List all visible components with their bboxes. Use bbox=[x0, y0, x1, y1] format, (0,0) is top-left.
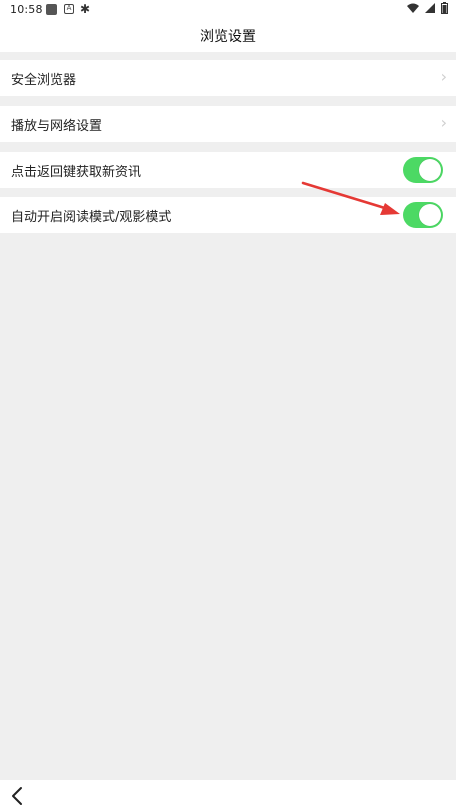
setting-label: 点击返回键获取新资讯 bbox=[11, 165, 142, 180]
setting-row-playback-network[interactable]: 播放与网络设置 › bbox=[0, 106, 456, 142]
chevron-right-icon: › bbox=[440, 113, 447, 132]
app-icon bbox=[46, 4, 57, 15]
setting-row-auto-reading-mode: 自动开启阅读模式/观影模式 bbox=[0, 197, 456, 233]
status-right bbox=[407, 2, 448, 14]
toggle-auto-reading-mode[interactable] bbox=[403, 202, 443, 228]
setting-label: 安全浏览器 bbox=[11, 73, 77, 88]
battery-icon bbox=[441, 2, 448, 14]
status-time: 10:58 bbox=[10, 3, 43, 16]
wifi-icon bbox=[407, 3, 419, 13]
setting-label: 自动开启阅读模式/观影模式 bbox=[11, 210, 172, 225]
toggle-knob bbox=[419, 159, 441, 181]
toggle-knob bbox=[419, 204, 441, 226]
a-icon: A bbox=[64, 4, 74, 14]
title-bar: 浏览设置 bbox=[0, 20, 456, 52]
signal-icon bbox=[425, 3, 435, 13]
page-title: 浏览设置 bbox=[200, 29, 256, 45]
chevron-right-icon: › bbox=[440, 67, 447, 86]
setting-row-safe-browser[interactable]: 安全浏览器 › bbox=[0, 60, 456, 96]
bug-icon: ✱ bbox=[80, 2, 91, 16]
status-bar: 10:58 A ✱ bbox=[0, 0, 456, 20]
setting-label: 播放与网络设置 bbox=[11, 119, 103, 134]
bottom-nav-bar bbox=[0, 780, 456, 812]
back-arrow-icon[interactable] bbox=[10, 786, 26, 806]
toggle-back-refresh[interactable] bbox=[403, 157, 443, 183]
setting-row-back-refresh: 点击返回键获取新资讯 bbox=[0, 152, 456, 188]
